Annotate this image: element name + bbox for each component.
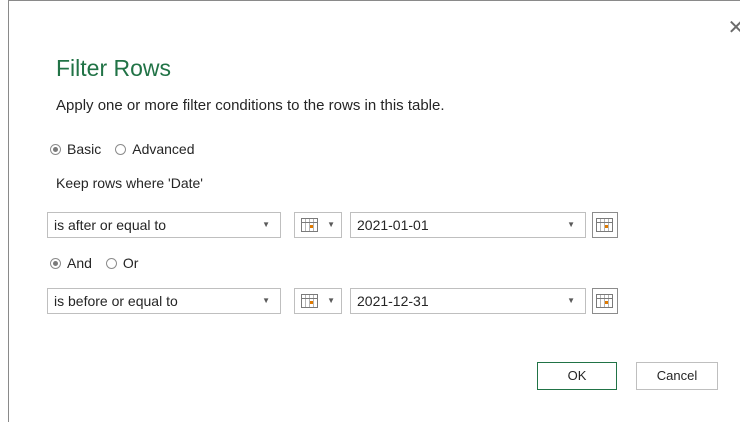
calendar-icon xyxy=(301,294,318,308)
value-select-2[interactable]: 2021-12-31 ▼ xyxy=(350,288,586,314)
chevron-down-icon: ▼ xyxy=(327,220,335,229)
mode-radio-group: Basic Advanced xyxy=(50,141,209,157)
operator-select-1-value: is after or equal to xyxy=(54,217,167,233)
logic-radio-group: And Or xyxy=(50,255,152,271)
dialog-title: Filter Rows xyxy=(56,55,172,81)
value-select-1[interactable]: 2021-01-01 ▼ xyxy=(350,212,586,238)
filter-rows-dialog: ✕ Filter Rows Apply one or more filter c… xyxy=(8,0,740,422)
value-select-2-value: 2021-12-31 xyxy=(357,293,429,309)
radio-basic-indicator[interactable] xyxy=(50,143,61,155)
radio-advanced-label: Advanced xyxy=(132,141,195,157)
cancel-button[interactable]: Cancel xyxy=(636,362,718,390)
radio-and-label: And xyxy=(67,255,92,271)
radio-or-indicator[interactable] xyxy=(105,257,117,269)
chevron-down-icon: ▼ xyxy=(262,220,270,229)
calendar-icon xyxy=(301,218,318,232)
radio-and-indicator[interactable] xyxy=(50,257,61,269)
radio-or-label: Or xyxy=(122,255,139,271)
chevron-down-icon: ▼ xyxy=(262,296,270,305)
radio-advanced-indicator[interactable] xyxy=(115,143,127,155)
radio-or[interactable]: Or xyxy=(105,255,139,271)
radio-basic[interactable]: Basic xyxy=(50,141,101,157)
value-select-1-value: 2021-01-01 xyxy=(357,217,429,233)
operator-select-2-value: is before or equal to xyxy=(54,293,178,309)
ok-button[interactable]: OK xyxy=(537,362,617,390)
chevron-down-icon: ▼ xyxy=(567,220,575,229)
dialog-description: Apply one or more filter conditions to t… xyxy=(56,97,445,114)
radio-advanced[interactable]: Advanced xyxy=(115,141,195,157)
radio-basic-label: Basic xyxy=(67,141,102,157)
calendar-icon xyxy=(596,294,613,308)
chevron-down-icon: ▼ xyxy=(327,296,335,305)
chevron-down-icon: ▼ xyxy=(567,296,575,305)
operator-select-2[interactable]: is before or equal to ▼ xyxy=(47,288,281,314)
radio-and[interactable]: And xyxy=(50,255,92,271)
keep-rows-label: Keep rows where 'Date' xyxy=(56,175,203,191)
value-type-button-2[interactable]: ▼ xyxy=(294,288,342,314)
date-picker-button-1[interactable] xyxy=(592,212,618,238)
date-picker-button-2[interactable] xyxy=(592,288,618,314)
calendar-icon xyxy=(596,218,613,232)
value-type-button-1[interactable]: ▼ xyxy=(294,212,342,238)
operator-select-1[interactable]: is after or equal to ▼ xyxy=(47,212,281,238)
close-icon[interactable]: ✕ xyxy=(727,18,740,38)
